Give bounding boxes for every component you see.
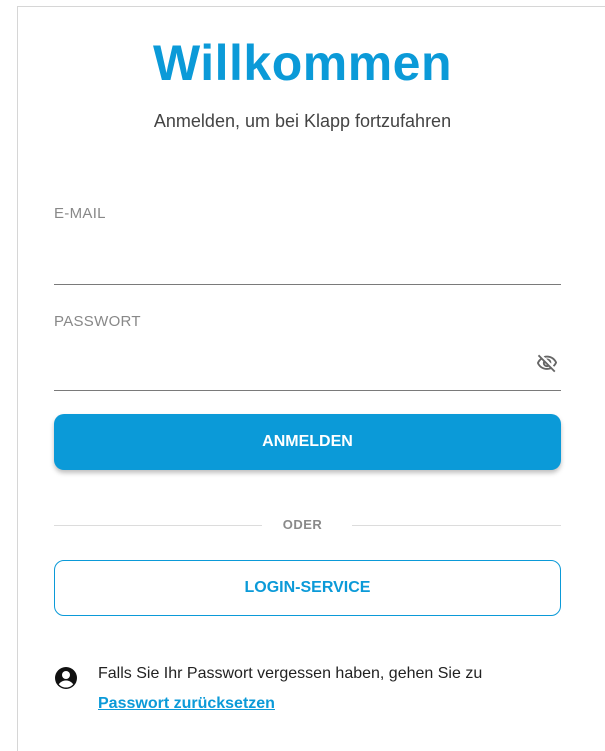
reset-password-link[interactable]: Passwort zurücksetzen <box>98 695 275 713</box>
password-underline <box>54 390 561 391</box>
divider-right <box>352 525 561 526</box>
account-circle-icon <box>54 666 78 690</box>
eye-off-icon[interactable] <box>536 352 558 374</box>
email-label: E-MAIL <box>54 205 106 222</box>
page-subtitle: Anmelden, um bei Klapp fortzufahren <box>153 111 452 131</box>
password-field[interactable] <box>54 356 524 391</box>
password-label: PASSWORT <box>54 313 141 330</box>
help-text: Falls Sie Ihr Passwort vergessen haben, … <box>98 665 483 682</box>
page-title: Willkommen <box>152 35 453 91</box>
login-button[interactable]: ANMELDEN <box>54 414 561 470</box>
email-field[interactable] <box>54 250 561 285</box>
login-service-button[interactable]: LOGIN-SERVICE <box>54 560 561 616</box>
